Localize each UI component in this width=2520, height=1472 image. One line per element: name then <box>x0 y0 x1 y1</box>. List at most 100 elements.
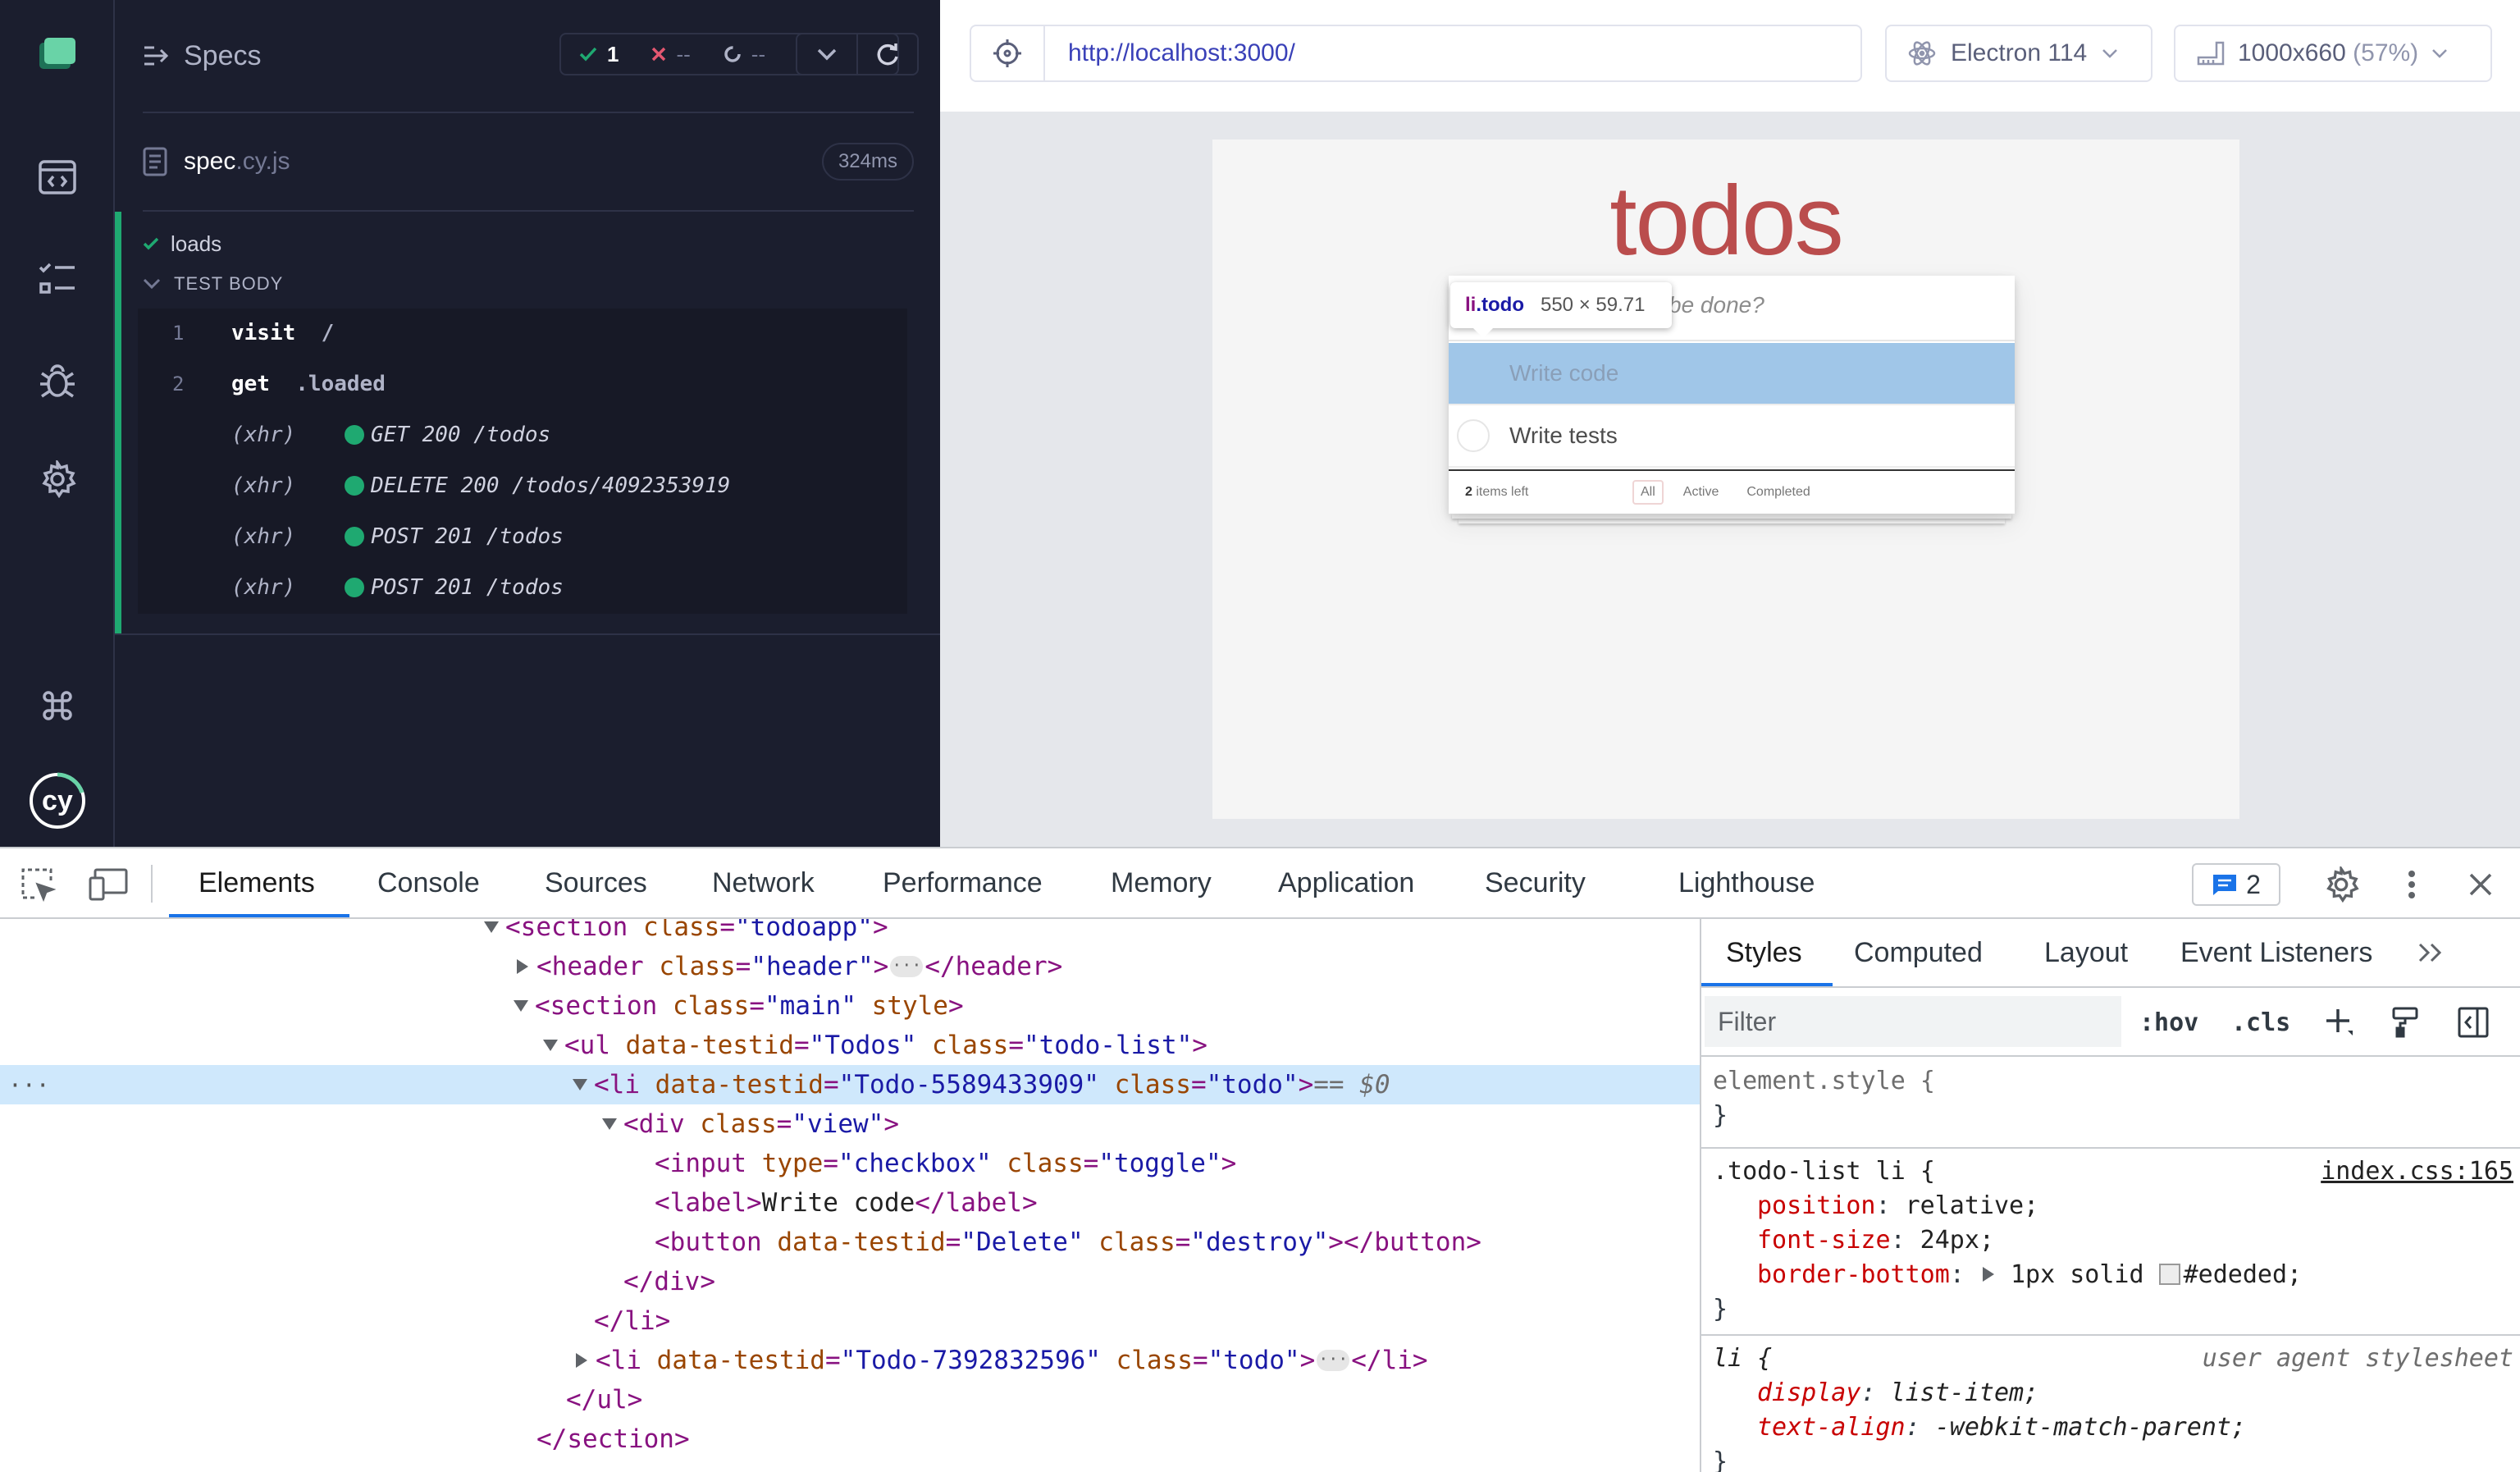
collapse-triangle-icon[interactable] <box>517 959 528 974</box>
tab-performance[interactable]: Performance <box>883 848 1043 917</box>
todo-list-li-rule[interactable]: .todo-list li { index.css:165 position: … <box>1701 1150 2520 1331</box>
todo-item[interactable]: Write code <box>1449 343 2015 405</box>
dom-node-div[interactable]: <div class="view"> <box>0 1104 1700 1144</box>
expand-triangle-icon[interactable] <box>484 921 499 933</box>
expand-triangle-icon[interactable] <box>514 1000 528 1012</box>
selector-playground-button[interactable] <box>971 26 1045 80</box>
dom-node-ul[interactable]: <ul data-testid="Todos" class="todo-list… <box>0 1026 1700 1065</box>
collapse-button[interactable] <box>797 34 856 74</box>
tab-sources[interactable]: Sources <box>545 848 647 917</box>
xhr-command-row[interactable]: (xhr) DELETE 200 /todos/4092353919 <box>138 461 907 510</box>
keyboard-shortcuts-icon[interactable] <box>33 681 82 730</box>
browser-selector[interactable]: Electron 114 <box>1885 25 2152 82</box>
command-row[interactable]: 1 visit / <box>138 309 907 358</box>
filter-all[interactable]: All <box>1632 480 1664 505</box>
css-declaration[interactable]: position: relative; <box>1757 1188 2038 1223</box>
devtools-settings-gear-icon[interactable] <box>2320 863 2362 906</box>
source-link[interactable]: index.css:165 <box>2321 1157 2513 1186</box>
dom-node-div-close[interactable]: </div> <box>0 1262 1700 1301</box>
project-logo-icon[interactable] <box>33 30 82 79</box>
dom-node-section-todoapp[interactable]: <section class="todoapp"> <box>0 919 1700 947</box>
tab-layout[interactable]: Layout <box>2044 919 2128 986</box>
inspect-element-icon[interactable] <box>16 863 59 906</box>
command-row[interactable]: 2 get .loaded <box>138 359 907 409</box>
ellipsis-icon[interactable]: ··· <box>890 956 924 977</box>
tab-memory[interactable]: Memory <box>1111 848 1212 917</box>
li-user-agent-rule[interactable]: li { user agent stylesheet display: list… <box>1701 1337 2520 1472</box>
specs-nav-icon[interactable] <box>33 153 82 202</box>
toggle-sidebar-icon[interactable] <box>2458 999 2489 1045</box>
row-options-icon[interactable]: ··· <box>8 1072 50 1099</box>
xhr-command-row[interactable]: (xhr) POST 201 /todos <box>138 563 907 612</box>
expand-triangle-icon[interactable] <box>573 1079 587 1090</box>
dom-close-tag: </ul> <box>566 1385 643 1415</box>
debug-bug-icon[interactable] <box>33 356 82 405</box>
dom-node-button[interactable]: <button data-testid="Delete" class="dest… <box>0 1223 1700 1262</box>
collapse-triangle-icon[interactable] <box>576 1353 587 1368</box>
command-number: 1 <box>172 322 185 345</box>
expand-triangle-icon[interactable] <box>543 1040 558 1051</box>
rerun-button[interactable] <box>856 34 917 74</box>
viewport-selector[interactable]: 1000x660 (57%) <box>2174 25 2492 82</box>
more-tabs-chevron-icon[interactable] <box>2417 919 2446 986</box>
dom-node-input[interactable]: <input type="checkbox" class="toggle"> <box>0 1144 1700 1183</box>
dom-node-section-main[interactable]: <section class="main" style> <box>0 986 1700 1026</box>
filter-completed[interactable]: Completed <box>1738 480 1818 505</box>
command-number: 2 <box>172 373 185 395</box>
filter-active[interactable]: Active <box>1675 480 1728 505</box>
css-declaration[interactable]: display: list-item; <box>1757 1375 2038 1410</box>
more-options-icon[interactable] <box>2390 863 2433 906</box>
tab-application[interactable]: Application <box>1278 848 1414 917</box>
css-declaration[interactable]: border-bottom: 1px solid #ededed; <box>1757 1257 2302 1291</box>
spec-duration-badge: 324ms <box>821 143 914 181</box>
todo-item[interactable]: Write tests <box>1449 405 2015 468</box>
card-shadow <box>1452 514 2011 519</box>
tab-console[interactable]: Console <box>377 848 480 917</box>
tab-computed[interactable]: Computed <box>1854 919 1983 986</box>
hov-toggle[interactable]: :hov <box>2139 999 2198 1045</box>
specs-toggle[interactable]: Specs <box>143 31 262 80</box>
dom-attr-name: class <box>1098 1227 1176 1257</box>
dom-node-section-close[interactable]: </section> <box>0 1419 1700 1459</box>
tab-security[interactable]: Security <box>1485 848 1586 917</box>
chevron-down-icon <box>2102 49 2118 58</box>
dom-attr-value: "Todo-5589433909" <box>838 1070 1099 1099</box>
xhr-command-row[interactable]: (xhr) POST 201 /todos <box>138 512 907 561</box>
css-declaration[interactable]: font-size: 24px; <box>1757 1223 1994 1257</box>
dom-node-label[interactable]: <label> Write code </label> <box>0 1183 1700 1223</box>
dom-node-ul-close[interactable]: </ul> <box>0 1380 1700 1419</box>
command-arg: / <box>321 321 335 345</box>
styles-filter-input[interactable]: Filter <box>1705 996 2121 1047</box>
test-body-toggle[interactable]: TEST BODY <box>143 266 283 302</box>
expand-triangle-icon[interactable] <box>1982 1267 1994 1282</box>
todo-toggle-checkbox[interactable] <box>1457 357 1490 390</box>
ellipsis-icon[interactable]: ··· <box>1317 1350 1350 1371</box>
issues-counter[interactable]: 2 <box>2192 863 2280 906</box>
tab-event-listeners[interactable]: Event Listeners <box>2180 919 2372 986</box>
xhr-label: (xhr) <box>231 423 296 447</box>
dom-node-li[interactable]: <li data-testid="Todo-7392832596" class=… <box>0 1341 1700 1380</box>
device-toolbar-icon[interactable] <box>87 863 130 906</box>
element-style-rule[interactable]: element.style { } <box>1701 1058 2520 1144</box>
tab-lighthouse[interactable]: Lighthouse <box>1678 848 1815 917</box>
tab-network[interactable]: Network <box>712 848 815 917</box>
spec-file-row[interactable]: spec.cy.js 324ms <box>143 133 914 190</box>
test-title-row[interactable]: loads <box>143 223 221 264</box>
new-style-rule-plus-icon[interactable] <box>2325 999 2354 1045</box>
color-swatch[interactable] <box>2158 1264 2180 1285</box>
xhr-command-row[interactable]: (xhr) GET 200 /todos <box>138 410 907 459</box>
tab-styles[interactable]: Styles <box>1726 919 1802 986</box>
expand-triangle-icon[interactable] <box>602 1118 617 1130</box>
dom-node-li-selected[interactable]: ··· <li data-testid="Todo-5589433909" cl… <box>0 1065 1700 1104</box>
dom-node-header[interactable]: <header class="header"> ··· </header> <box>0 947 1700 986</box>
tab-elements[interactable]: Elements <box>199 848 315 917</box>
settings-gear-icon[interactable] <box>33 455 82 504</box>
todo-toggle-checkbox[interactable] <box>1457 419 1490 452</box>
url-bar[interactable]: http://localhost:3000/ <box>970 25 1862 82</box>
paint-brush-icon[interactable] <box>2390 999 2420 1045</box>
cls-toggle[interactable]: .cls <box>2231 999 2290 1045</box>
runs-nav-icon[interactable] <box>33 254 82 304</box>
css-declaration[interactable]: text-align: -webkit-match-parent; <box>1757 1410 2246 1444</box>
close-icon[interactable] <box>2459 863 2502 906</box>
dom-node-li-close[interactable]: </li> <box>0 1301 1700 1341</box>
